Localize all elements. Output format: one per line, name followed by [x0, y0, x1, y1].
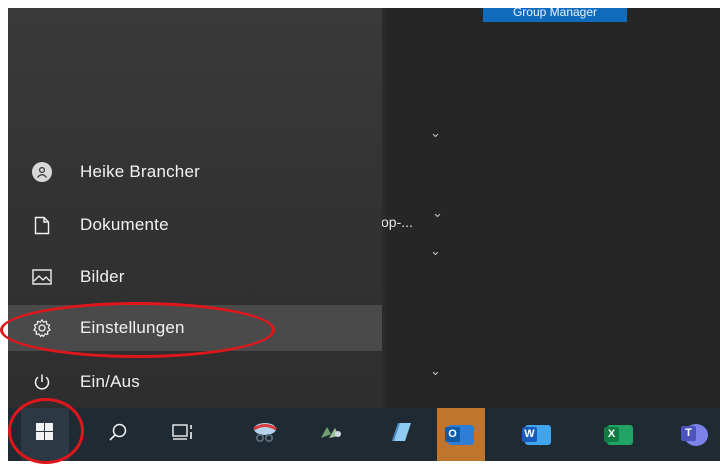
snipping-tool-icon [251, 420, 279, 449]
outlook-icon: O [445, 424, 474, 445]
power-icon [30, 370, 54, 394]
excel-icon: X [604, 424, 633, 445]
annotation-circle-start [8, 398, 84, 464]
app-icon [319, 422, 345, 447]
excel-letter: X [604, 426, 619, 442]
search-icon [108, 422, 128, 447]
start-menu-user[interactable]: Heike Brancher [8, 149, 382, 195]
start-menu-documents[interactable]: Dokumente [8, 202, 382, 248]
start-menu-power[interactable]: Ein/Aus [8, 359, 382, 405]
teams-letter: T [681, 425, 696, 441]
group-manager-badge[interactable]: Group Manager [483, 8, 627, 22]
pictures-icon [30, 265, 54, 289]
document-icon [30, 213, 54, 237]
chevron-down-icon[interactable]: ⌄ [430, 126, 441, 139]
app-button[interactable] [308, 408, 356, 461]
task-view-button[interactable] [159, 408, 207, 461]
teams-icon: T [681, 423, 708, 446]
start-menu-pictures-label: Bilder [80, 267, 125, 286]
chevron-down-icon[interactable]: ⌄ [432, 206, 443, 219]
teams-button[interactable]: T [672, 408, 720, 461]
chevron-down-icon[interactable]: ⌄ [430, 244, 441, 257]
start-menu-pictures[interactable]: Bilder [8, 254, 382, 300]
notepad-icon [387, 421, 413, 448]
search-button[interactable] [94, 408, 142, 461]
task-view-icon [172, 423, 194, 446]
taskbar: O W X T [8, 408, 720, 461]
truncated-group-label[interactable]: op-... [381, 214, 413, 230]
user-avatar-icon [30, 160, 54, 184]
word-icon: W [522, 424, 551, 445]
start-menu-power-label: Ein/Aus [80, 372, 140, 391]
start-menu-documents-label: Dokumente [80, 215, 169, 234]
snipping-tool-button[interactable] [241, 408, 289, 461]
start-menu-user-label: Heike Brancher [80, 162, 200, 181]
word-button[interactable]: W [514, 408, 562, 461]
outlook-letter: O [445, 426, 460, 442]
screen: Group Manager ⌄ op-... ⌄ ⌄ ⌄ Heike Branc… [8, 8, 720, 461]
excel-button[interactable]: X [596, 408, 644, 461]
chevron-down-icon[interactable]: ⌄ [430, 364, 441, 377]
word-letter: W [522, 426, 537, 442]
outlook-button[interactable]: O [437, 408, 485, 461]
notepad-button[interactable] [376, 408, 424, 461]
annotation-circle-settings [0, 302, 275, 358]
